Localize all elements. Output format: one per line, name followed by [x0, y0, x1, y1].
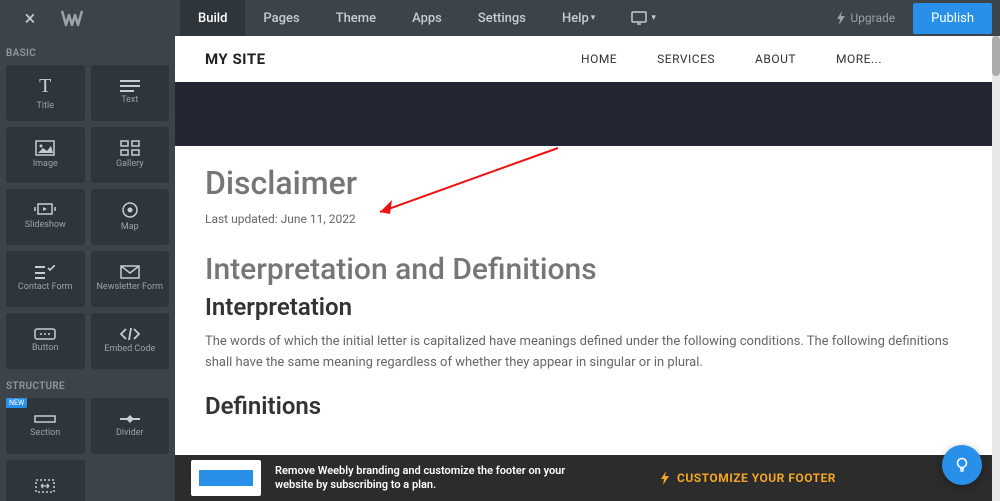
upgrade-button[interactable]: Upgrade	[822, 11, 909, 25]
image-icon	[35, 140, 55, 156]
nav-home[interactable]: HOME	[581, 52, 617, 66]
tab-settings[interactable]: Settings	[460, 0, 544, 36]
footer-message: Remove Weebly branding and customize the…	[275, 464, 605, 493]
page-h3-interpretation[interactable]: Interpretation	[205, 293, 962, 321]
elements-sidebar: BASIC TTitle Text Image Gallery Slidesho…	[0, 36, 175, 501]
tab-theme[interactable]: Theme	[318, 0, 394, 36]
tool-spacer[interactable]	[6, 460, 85, 501]
footer-upgrade-banner: Remove Weebly branding and customize the…	[175, 455, 1000, 501]
tool-gallery[interactable]: Gallery	[91, 127, 170, 183]
weebly-logo[interactable]	[60, 9, 150, 27]
slideshow-icon	[34, 203, 56, 217]
page-h1[interactable]: Disclaimer	[205, 164, 962, 202]
nav-about[interactable]: ABOUT	[755, 52, 796, 66]
chevron-down-icon: ▾	[651, 13, 656, 23]
section-label-structure: STRUCTURE	[0, 369, 175, 398]
tool-text[interactable]: Text	[91, 65, 170, 121]
nav-more[interactable]: MORE...	[836, 52, 882, 66]
newsletter-icon	[120, 265, 140, 279]
lightning-icon	[659, 471, 671, 485]
tool-divider[interactable]: Divider	[91, 398, 170, 454]
device-preview-button[interactable]: ▾	[613, 0, 674, 36]
publish-button[interactable]: Publish	[913, 3, 992, 34]
tool-section[interactable]: NEWSection	[6, 398, 85, 454]
customize-footer-button[interactable]: CUSTOMIZE YOUR FOOTER	[659, 471, 836, 485]
button-icon	[34, 328, 56, 340]
close-button[interactable]: ×	[0, 6, 60, 30]
tab-build[interactable]: Build	[180, 0, 245, 36]
lightning-icon	[836, 11, 846, 25]
last-updated[interactable]: Last updated: June 11, 2022	[205, 212, 962, 226]
page-paragraph[interactable]: The words of which the initial letter is…	[205, 331, 962, 374]
gallery-icon	[120, 140, 140, 156]
site-header[interactable]: MY SITE HOME SERVICES ABOUT MORE...	[175, 36, 992, 82]
main-tabs: Build Pages Theme Apps Settings Help▾ ▾	[180, 0, 674, 36]
top-bar: × Build Pages Theme Apps Settings Help▾ …	[0, 0, 1000, 36]
tool-button[interactable]: Button	[6, 313, 85, 369]
page-content[interactable]: Disclaimer Last updated: June 11, 2022 I…	[175, 146, 992, 448]
page-h2[interactable]: Interpretation and Definitions	[205, 252, 962, 287]
nav-services[interactable]: SERVICES	[657, 52, 715, 66]
map-icon	[121, 201, 139, 219]
tool-contact-form[interactable]: Contact Form	[6, 251, 85, 307]
spacer-icon	[35, 479, 55, 493]
section-icon	[34, 413, 56, 425]
divider-icon	[120, 413, 140, 425]
code-icon	[119, 327, 141, 341]
new-badge: NEW	[6, 398, 27, 408]
text-icon	[120, 80, 140, 92]
lightbulb-icon	[953, 456, 971, 474]
form-icon	[35, 265, 55, 279]
site-title[interactable]: MY SITE	[205, 50, 266, 68]
tool-title[interactable]: TTitle	[6, 65, 85, 121]
hero-section[interactable]	[175, 82, 992, 146]
tool-slideshow[interactable]: Slideshow	[6, 189, 85, 245]
tab-apps[interactable]: Apps	[394, 0, 460, 36]
scrollbar[interactable]	[992, 36, 1000, 501]
tab-help[interactable]: Help▾	[544, 0, 613, 36]
tool-newsletter-form[interactable]: Newsletter Form	[91, 251, 170, 307]
page-h3-definitions[interactable]: Definitions	[205, 392, 962, 420]
scrollbar-thumb[interactable]	[992, 36, 1000, 76]
chevron-down-icon: ▾	[591, 13, 596, 23]
tool-map[interactable]: Map	[91, 189, 170, 245]
site-nav: HOME SERVICES ABOUT MORE...	[581, 52, 882, 66]
help-bubble-button[interactable]	[942, 445, 982, 485]
tab-pages[interactable]: Pages	[245, 0, 317, 36]
tool-embed-code[interactable]: Embed Code	[91, 313, 170, 369]
tool-image[interactable]: Image	[6, 127, 85, 183]
title-icon: T	[39, 75, 51, 98]
editor-canvas[interactable]: MY SITE HOME SERVICES ABOUT MORE... Disc…	[175, 36, 992, 455]
footer-thumb	[191, 460, 261, 496]
section-label-basic: BASIC	[0, 36, 175, 65]
